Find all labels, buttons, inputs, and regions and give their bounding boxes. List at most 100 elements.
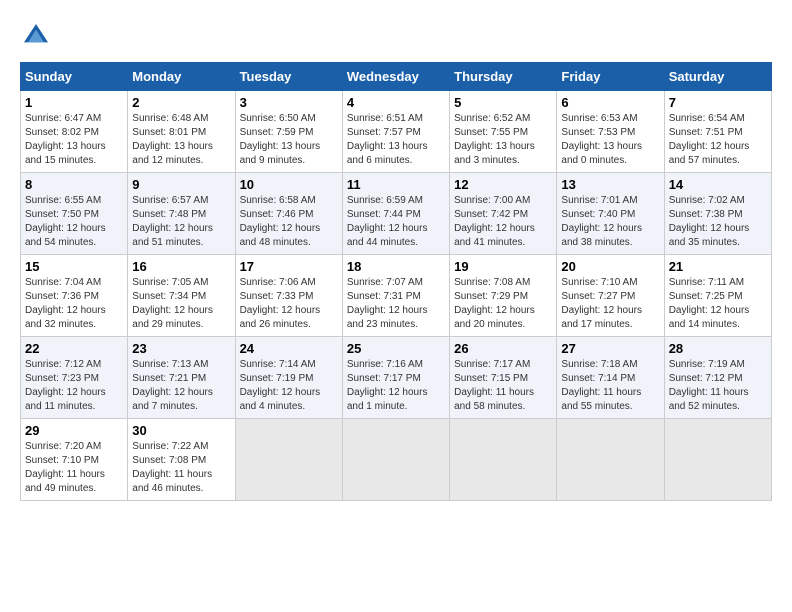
day-detail: Sunrise: 7:08 AMSunset: 7:29 PMDaylight:… (454, 276, 552, 332)
table-row: 5 Sunrise: 6:52 AMSunset: 7:55 PMDaylight… (450, 91, 557, 173)
day-detail: Sunrise: 6:57 AMSunset: 7:48 PMDaylight:… (132, 194, 230, 250)
day-number: 23 (132, 341, 230, 356)
day-detail: Sunrise: 7:19 AMSunset: 7:12 PMDaylight:… (669, 358, 767, 414)
dow-wednesday: Wednesday (342, 63, 449, 91)
day-detail: Sunrise: 7:13 AMSunset: 7:21 PMDaylight:… (132, 358, 230, 414)
day-detail: Sunrise: 7:04 AMSunset: 7:36 PMDaylight:… (25, 276, 123, 332)
day-number: 2 (132, 95, 230, 110)
day-detail: Sunrise: 7:05 AMSunset: 7:34 PMDaylight:… (132, 276, 230, 332)
day-number: 29 (25, 423, 123, 438)
table-row: 6 Sunrise: 6:53 AMSunset: 7:53 PMDaylight… (557, 91, 664, 173)
day-detail: Sunrise: 7:17 AMSunset: 7:15 PMDaylight:… (454, 358, 552, 414)
day-detail: Sunrise: 7:16 AMSunset: 7:17 PMDaylight:… (347, 358, 445, 414)
table-row: 11 Sunrise: 6:59 AMSunset: 7:44 PMDayligh… (342, 173, 449, 255)
day-number: 27 (561, 341, 659, 356)
dow-friday: Friday (557, 63, 664, 91)
day-number: 25 (347, 341, 445, 356)
day-detail: Sunrise: 6:53 AMSunset: 7:53 PMDaylight:… (561, 112, 659, 168)
table-row: 20 Sunrise: 7:10 AMSunset: 7:27 PMDayligh… (557, 255, 664, 337)
table-row: 4 Sunrise: 6:51 AMSunset: 7:57 PMDaylight… (342, 91, 449, 173)
day-number: 6 (561, 95, 659, 110)
day-detail: Sunrise: 7:02 AMSunset: 7:38 PMDaylight:… (669, 194, 767, 250)
logo-icon (20, 20, 52, 52)
table-row: 29 Sunrise: 7:20 AMSunset: 7:10 PMDayligh… (21, 419, 128, 501)
day-number: 21 (669, 259, 767, 274)
logo (20, 20, 56, 52)
dow-sunday: Sunday (21, 63, 128, 91)
table-row: 25 Sunrise: 7:16 AMSunset: 7:17 PMDayligh… (342, 337, 449, 419)
table-row: 18 Sunrise: 7:07 AMSunset: 7:31 PMDayligh… (342, 255, 449, 337)
table-row: 7 Sunrise: 6:54 AMSunset: 7:51 PMDaylight… (664, 91, 771, 173)
dow-thursday: Thursday (450, 63, 557, 91)
day-number: 15 (25, 259, 123, 274)
day-detail: Sunrise: 6:48 AMSunset: 8:01 PMDaylight:… (132, 112, 230, 168)
table-row: 2 Sunrise: 6:48 AMSunset: 8:01 PMDaylight… (128, 91, 235, 173)
table-row: 16 Sunrise: 7:05 AMSunset: 7:34 PMDayligh… (128, 255, 235, 337)
day-number: 20 (561, 259, 659, 274)
day-detail: Sunrise: 7:06 AMSunset: 7:33 PMDaylight:… (240, 276, 338, 332)
table-row: 3Sunrise: 6:50 AMSunset: 7:59 PMDaylight… (235, 91, 342, 173)
table-row: 17 Sunrise: 7:06 AMSunset: 7:33 PMDayligh… (235, 255, 342, 337)
table-row (450, 419, 557, 501)
day-number: 8 (25, 177, 123, 192)
day-detail: Sunrise: 7:14 AMSunset: 7:19 PMDaylight:… (240, 358, 338, 414)
table-row: 12 Sunrise: 7:00 AMSunset: 7:42 PMDayligh… (450, 173, 557, 255)
table-row: 27 Sunrise: 7:18 AMSunset: 7:14 PMDayligh… (557, 337, 664, 419)
table-row (235, 419, 342, 501)
day-detail: Sunrise: 6:51 AMSunset: 7:57 PMDaylight:… (347, 112, 445, 168)
table-row (342, 419, 449, 501)
day-number: 30 (132, 423, 230, 438)
day-detail: Sunrise: 7:20 AMSunset: 7:10 PMDaylight:… (25, 440, 123, 496)
day-number: 11 (347, 177, 445, 192)
day-detail: Sunrise: 7:10 AMSunset: 7:27 PMDaylight:… (561, 276, 659, 332)
table-row: 13 Sunrise: 7:01 AMSunset: 7:40 PMDayligh… (557, 173, 664, 255)
day-detail: Sunrise: 6:58 AMSunset: 7:46 PMDaylight:… (240, 194, 338, 250)
day-number: 13 (561, 177, 659, 192)
day-number: 14 (669, 177, 767, 192)
page-header (20, 20, 772, 52)
day-number: 4 (347, 95, 445, 110)
day-detail: Sunrise: 6:47 AMSunset: 8:02 PMDaylight:… (25, 112, 123, 168)
day-detail: Sunrise: 7:18 AMSunset: 7:14 PMDaylight:… (561, 358, 659, 414)
table-row: 22 Sunrise: 7:12 AMSunset: 7:23 PMDayligh… (21, 337, 128, 419)
day-detail: Sunrise: 6:55 AMSunset: 7:50 PMDaylight:… (25, 194, 123, 250)
day-number: 16 (132, 259, 230, 274)
day-number: 10 (240, 177, 338, 192)
table-row: 1Sunrise: 6:47 AMSunset: 8:02 PMDaylight… (21, 91, 128, 173)
calendar-table: SundayMondayTuesdayWednesdayThursdayFrid… (20, 62, 772, 501)
day-number: 7 (669, 95, 767, 110)
day-number: 24 (240, 341, 338, 356)
day-detail: Sunrise: 7:07 AMSunset: 7:31 PMDaylight:… (347, 276, 445, 332)
day-detail: Sunrise: 7:11 AMSunset: 7:25 PMDaylight:… (669, 276, 767, 332)
day-number: 22 (25, 341, 123, 356)
day-number: 26 (454, 341, 552, 356)
day-detail: Sunrise: 7:12 AMSunset: 7:23 PMDaylight:… (25, 358, 123, 414)
day-number: 12 (454, 177, 552, 192)
day-number: 28 (669, 341, 767, 356)
table-row (557, 419, 664, 501)
day-detail: Sunrise: 7:00 AMSunset: 7:42 PMDaylight:… (454, 194, 552, 250)
table-row: 30 Sunrise: 7:22 AMSunset: 7:08 PMDayligh… (128, 419, 235, 501)
table-row: 24 Sunrise: 7:14 AMSunset: 7:19 PMDayligh… (235, 337, 342, 419)
day-detail: Sunrise: 6:54 AMSunset: 7:51 PMDaylight:… (669, 112, 767, 168)
day-number: 5 (454, 95, 552, 110)
day-number: 18 (347, 259, 445, 274)
table-row: 28 Sunrise: 7:19 AMSunset: 7:12 PMDayligh… (664, 337, 771, 419)
dow-saturday: Saturday (664, 63, 771, 91)
table-row: 14 Sunrise: 7:02 AMSunset: 7:38 PMDayligh… (664, 173, 771, 255)
table-row: 10 Sunrise: 6:58 AMSunset: 7:46 PMDayligh… (235, 173, 342, 255)
table-row: 9 Sunrise: 6:57 AMSunset: 7:48 PMDaylight… (128, 173, 235, 255)
table-row (664, 419, 771, 501)
dow-monday: Monday (128, 63, 235, 91)
day-detail: Sunrise: 7:01 AMSunset: 7:40 PMDaylight:… (561, 194, 659, 250)
day-detail: Sunrise: 6:50 AMSunset: 7:59 PMDaylight:… (240, 112, 338, 168)
day-number: 9 (132, 177, 230, 192)
table-row: 23 Sunrise: 7:13 AMSunset: 7:21 PMDayligh… (128, 337, 235, 419)
day-detail: Sunrise: 7:22 AMSunset: 7:08 PMDaylight:… (132, 440, 230, 496)
day-detail: Sunrise: 6:52 AMSunset: 7:55 PMDaylight:… (454, 112, 552, 168)
day-detail: Sunrise: 6:59 AMSunset: 7:44 PMDaylight:… (347, 194, 445, 250)
day-number: 17 (240, 259, 338, 274)
table-row: 8 Sunrise: 6:55 AMSunset: 7:50 PMDaylight… (21, 173, 128, 255)
table-row: 19Sunrise: 7:08 AMSunset: 7:29 PMDayligh… (450, 255, 557, 337)
table-row: 21 Sunrise: 7:11 AMSunset: 7:25 PMDayligh… (664, 255, 771, 337)
